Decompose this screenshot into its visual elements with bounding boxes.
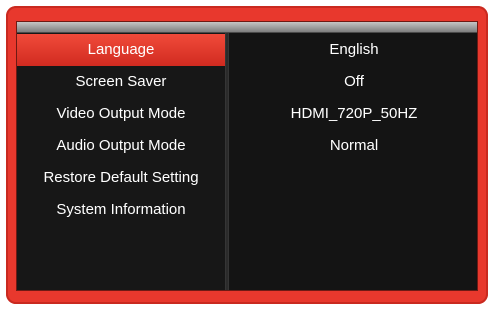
language-value[interactable]: English [229, 34, 477, 66]
menu-item-video-output-mode[interactable]: Video Output Mode [17, 98, 225, 130]
settings-screen: Language Screen Saver Video Output Mode … [16, 21, 478, 291]
tv-frame: Language Screen Saver Video Output Mode … [6, 6, 488, 304]
audio-output-mode-value[interactable]: Normal [229, 130, 477, 162]
menu-item-restore-default-setting[interactable]: Restore Default Setting [17, 162, 225, 194]
menu-item-system-information[interactable]: System Information [17, 194, 225, 226]
title-bar [17, 22, 477, 33]
settings-values: English Off HDMI_720P_50HZ Normal [229, 33, 477, 290]
menu-item-language[interactable]: Language [17, 34, 225, 66]
menu-item-audio-output-mode[interactable]: Audio Output Mode [17, 130, 225, 162]
menu-item-screen-saver[interactable]: Screen Saver [17, 66, 225, 98]
settings-menu: Language Screen Saver Video Output Mode … [17, 33, 225, 290]
screen-saver-value[interactable]: Off [229, 66, 477, 98]
video-output-mode-value[interactable]: HDMI_720P_50HZ [229, 98, 477, 130]
